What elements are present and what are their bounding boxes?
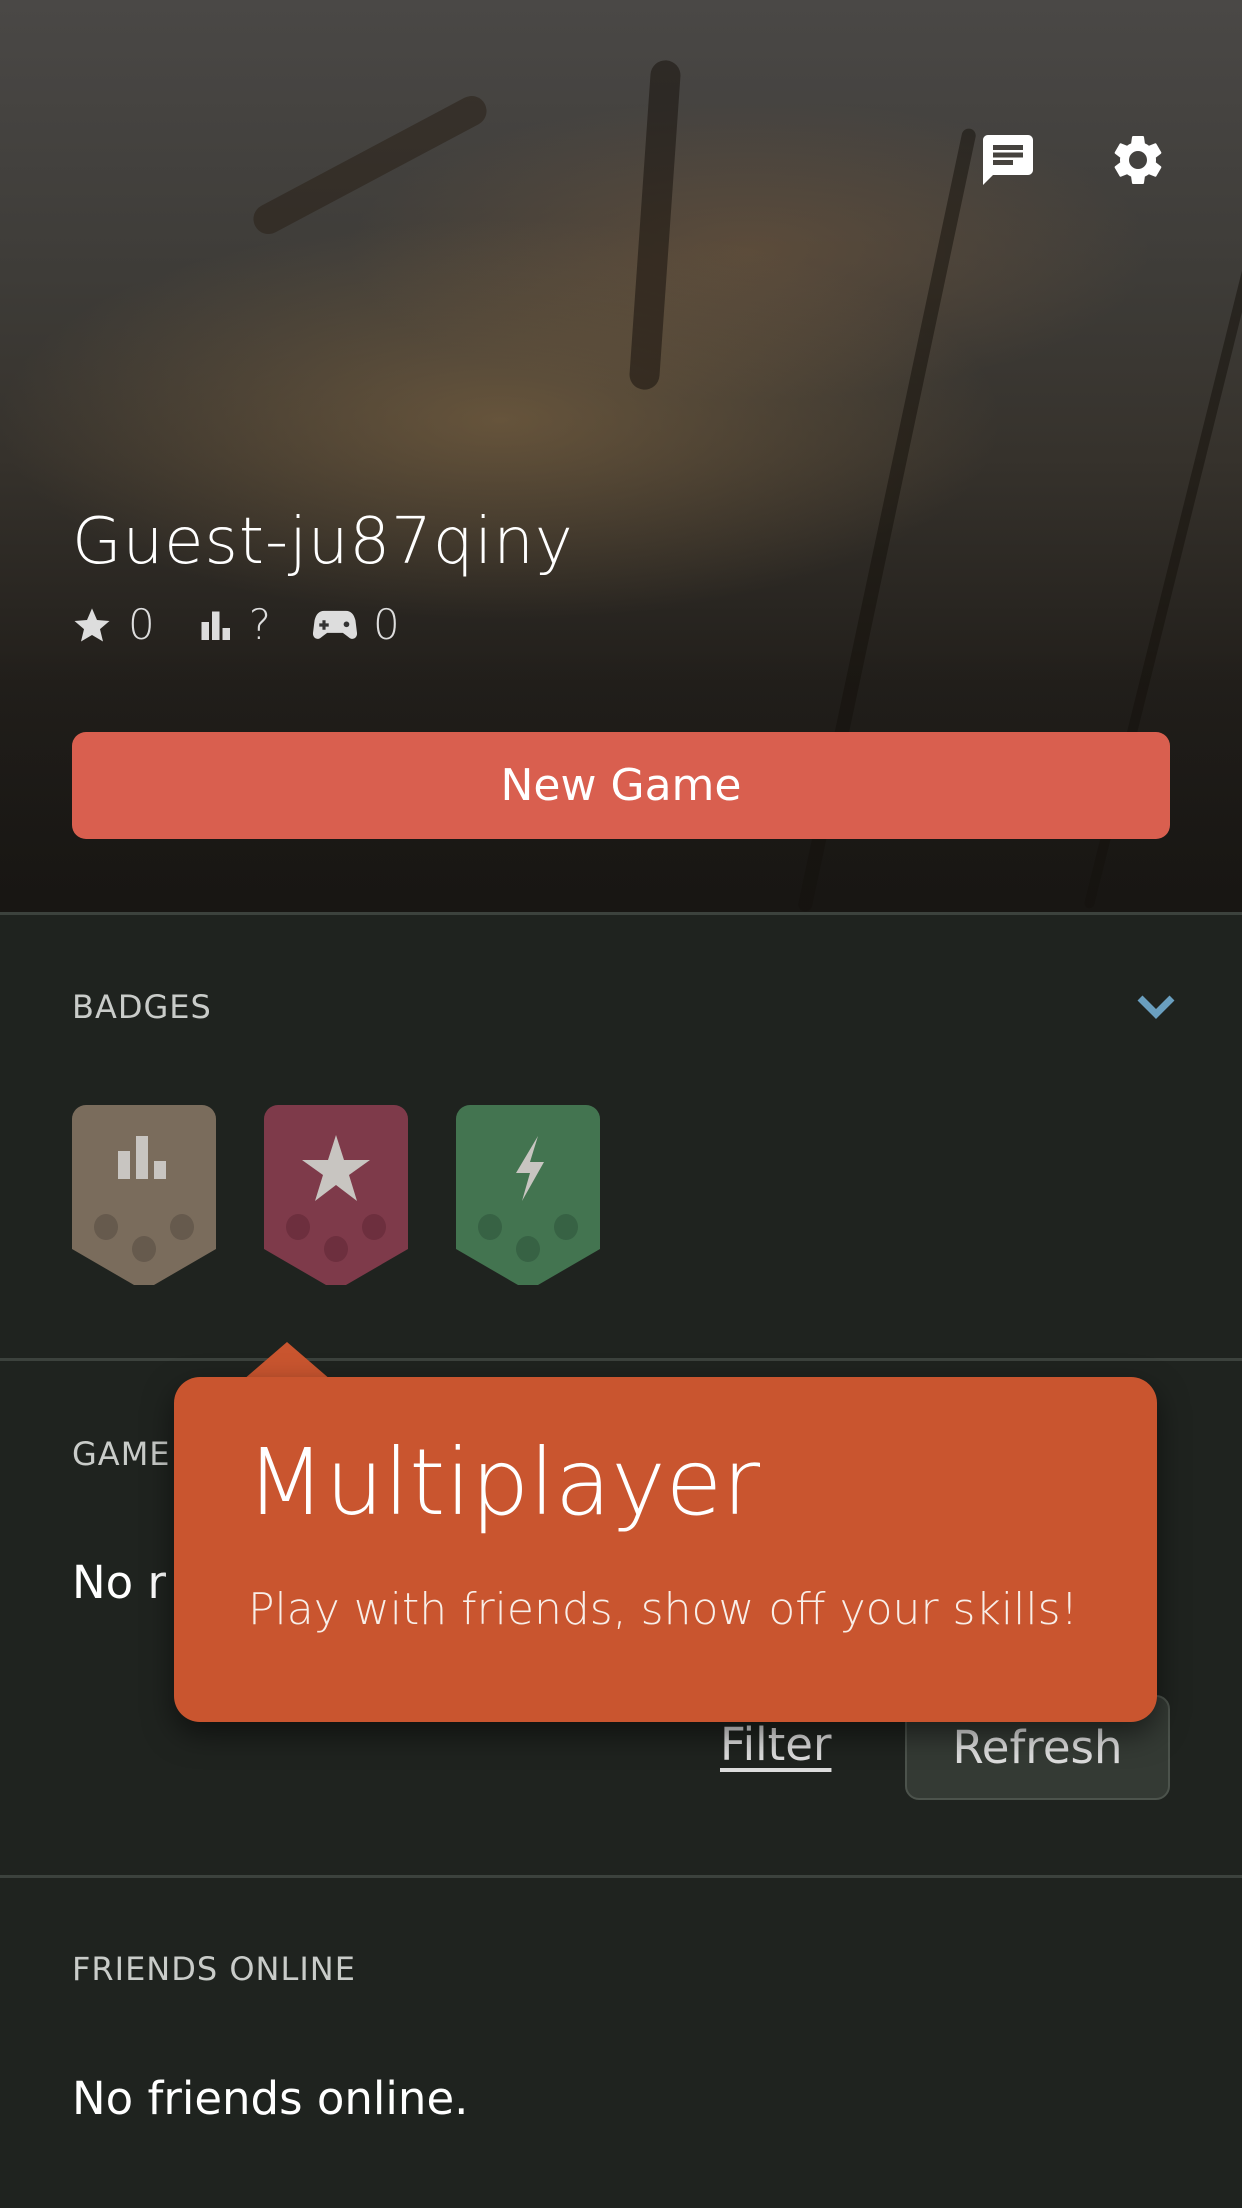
stat-rating: 0 [72, 600, 155, 649]
filter-link[interactable]: Filter [720, 1718, 831, 1771]
stat-value: 0 [128, 600, 155, 649]
tooltip-arrow [243, 1342, 331, 1380]
gear-icon [1114, 135, 1162, 184]
gamepad-icon [313, 610, 358, 639]
settings-button[interactable] [1108, 130, 1168, 190]
username: Guest-ju87qiny [72, 505, 574, 579]
badge-rank[interactable] [72, 1105, 216, 1285]
divider [0, 1358, 1242, 1361]
stat-games: 0 [313, 600, 400, 649]
tooltip-title: Multiplayer [246, 1429, 761, 1536]
divider [0, 912, 1242, 915]
chat-button[interactable] [978, 130, 1038, 190]
tooltip-subtitle: Play with friends, show off your skills! [248, 1584, 1079, 1635]
divider [0, 1875, 1242, 1878]
new-game-button[interactable]: New Game [72, 732, 1170, 839]
star-icon [74, 607, 110, 641]
games-title: GAME [72, 1435, 171, 1473]
friends-title: FRIENDS ONLINE [72, 1950, 356, 1988]
stat-value: ? [248, 600, 272, 649]
badge-star[interactable] [264, 1105, 408, 1285]
stats-row: 0 ? 0 [72, 600, 442, 649]
chevron-down-icon[interactable] [1134, 992, 1178, 1022]
badges-title: BADGES [72, 988, 212, 1026]
multiplayer-tooltip[interactable]: Multiplayer Play with friends, show off … [174, 1377, 1157, 1722]
chat-bubble-icon [983, 135, 1033, 185]
profile-header: Guest-ju87qiny 0 ? 0 New Game [0, 0, 1242, 912]
stat-value: 0 [373, 600, 400, 649]
badge-lightning[interactable] [456, 1105, 600, 1285]
bar-chart-icon [201, 611, 230, 640]
games-empty-text: No r [72, 1556, 166, 1609]
friends-empty-text: No friends online. [72, 2072, 469, 2125]
stat-rank: ? [197, 600, 271, 649]
